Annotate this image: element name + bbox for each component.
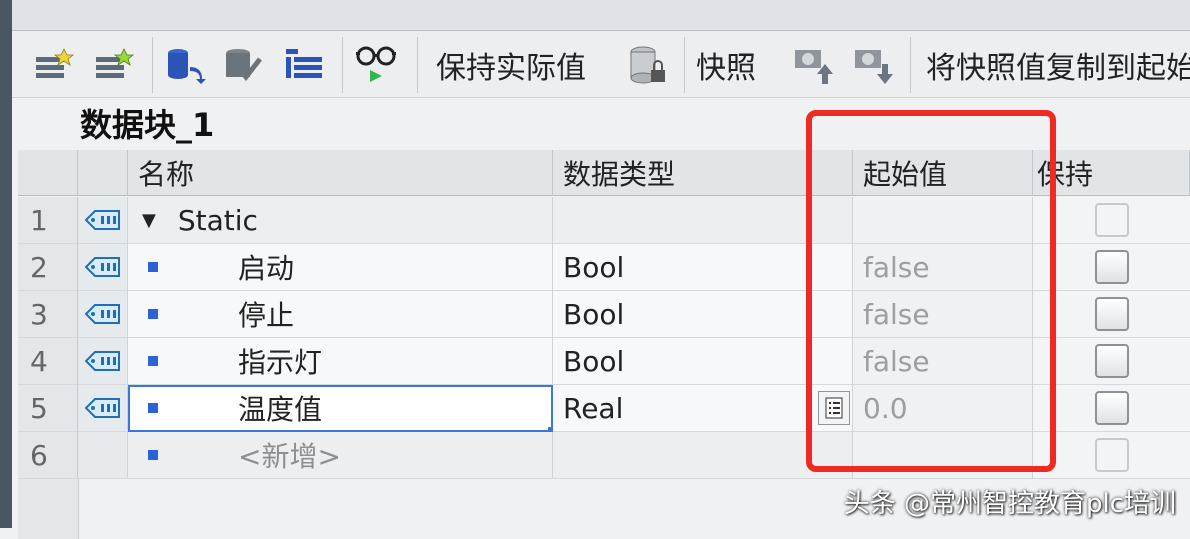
row-number: 5 <box>18 385 78 432</box>
row-number: 3 <box>18 291 78 338</box>
title-strip <box>12 0 1190 31</box>
snapshot-db-icon[interactable] <box>622 43 672 87</box>
tag-icon <box>78 197 128 244</box>
insert-row-icon[interactable] <box>32 43 76 87</box>
name-text: 启动 <box>238 252 295 285</box>
tag-icon <box>78 291 128 338</box>
header-name[interactable]: 名称 <box>128 150 553 196</box>
bullet-icon <box>148 262 158 272</box>
toolbar-separator <box>342 37 343 93</box>
tag-icon <box>78 385 128 432</box>
name-text: 停止 <box>238 299 295 332</box>
add-new-placeholder[interactable]: <新增> <box>238 435 341 475</box>
toolbar-separator <box>910 37 911 93</box>
bullet-icon <box>148 403 158 413</box>
name-text: Static <box>177 203 258 237</box>
keep-actual-values-button[interactable]: 保持实际值 <box>436 43 586 87</box>
add-row-icon[interactable] <box>92 43 136 87</box>
snapshot-button[interactable]: 快照 <box>696 43 756 87</box>
type-text: Real <box>563 391 624 425</box>
name-cell[interactable]: ▼ Static <box>128 197 553 244</box>
name-cell[interactable]: 启动 <box>128 244 553 291</box>
name-text: 指示灯 <box>238 346 323 379</box>
retain-cell <box>1033 291 1190 338</box>
name-text: 温度值 <box>238 393 323 426</box>
tag-icon <box>78 244 128 291</box>
toolbar-separator <box>152 37 153 93</box>
row-number-gutter <box>18 479 79 539</box>
retain-cell <box>1033 338 1190 385</box>
toolbar-separator <box>684 37 685 93</box>
reset-start-values-icon[interactable] <box>162 43 208 87</box>
retain-checkbox[interactable] <box>1094 391 1129 425</box>
collapse-triangle-icon[interactable]: ▼ <box>142 210 156 231</box>
header-row-number <box>18 150 78 196</box>
bullet-icon <box>148 356 158 366</box>
tag-icon <box>78 338 128 385</box>
watermark: 头条 @常州智控教育plc培训 <box>843 489 1176 519</box>
retain-cell <box>1033 385 1190 432</box>
retain-checkbox[interactable] <box>1094 438 1129 472</box>
window-left-edge <box>0 0 12 528</box>
retain-checkbox[interactable] <box>1094 203 1129 237</box>
name-cell[interactable]: <新增> <box>128 432 553 479</box>
retain-checkbox[interactable] <box>1094 297 1129 331</box>
header-retain[interactable]: 保持 <box>1033 150 1190 196</box>
empty-icon-cell <box>78 432 128 479</box>
monitor-glasses-icon[interactable] <box>352 43 402 87</box>
load-start-values-icon[interactable] <box>220 43 266 87</box>
retain-checkbox[interactable] <box>1094 250 1129 284</box>
retain-cell <box>1033 244 1190 291</box>
row-number: 4 <box>18 338 78 385</box>
bullet-icon <box>148 450 158 460</box>
upload-snapshot-icon[interactable] <box>790 43 840 87</box>
row-number: 6 <box>18 432 78 479</box>
retain-cell <box>1033 432 1190 479</box>
row-number: 1 <box>18 197 78 244</box>
retain-cell <box>1033 197 1190 244</box>
row-number: 2 <box>18 244 78 291</box>
header-icon <box>78 150 128 196</box>
toolbar-separator <box>417 37 418 93</box>
expand-all-icon[interactable] <box>282 43 328 87</box>
block-title: 数据块_1 <box>80 106 215 144</box>
retain-checkbox[interactable] <box>1094 344 1129 378</box>
highlight-box-annotation <box>806 110 1056 472</box>
toolbar: 保持实际值 快照 将快照值复制到起始 <box>12 31 1190 98</box>
copy-snapshot-to-start-button[interactable]: 将快照值复制到起始 <box>926 43 1190 87</box>
download-snapshot-icon[interactable] <box>850 43 900 87</box>
name-cell[interactable]: 指示灯 <box>128 338 553 385</box>
name-cell-selected[interactable]: 温度值 <box>128 385 556 435</box>
bullet-icon <box>148 309 158 319</box>
name-cell[interactable]: 停止 <box>128 291 553 338</box>
